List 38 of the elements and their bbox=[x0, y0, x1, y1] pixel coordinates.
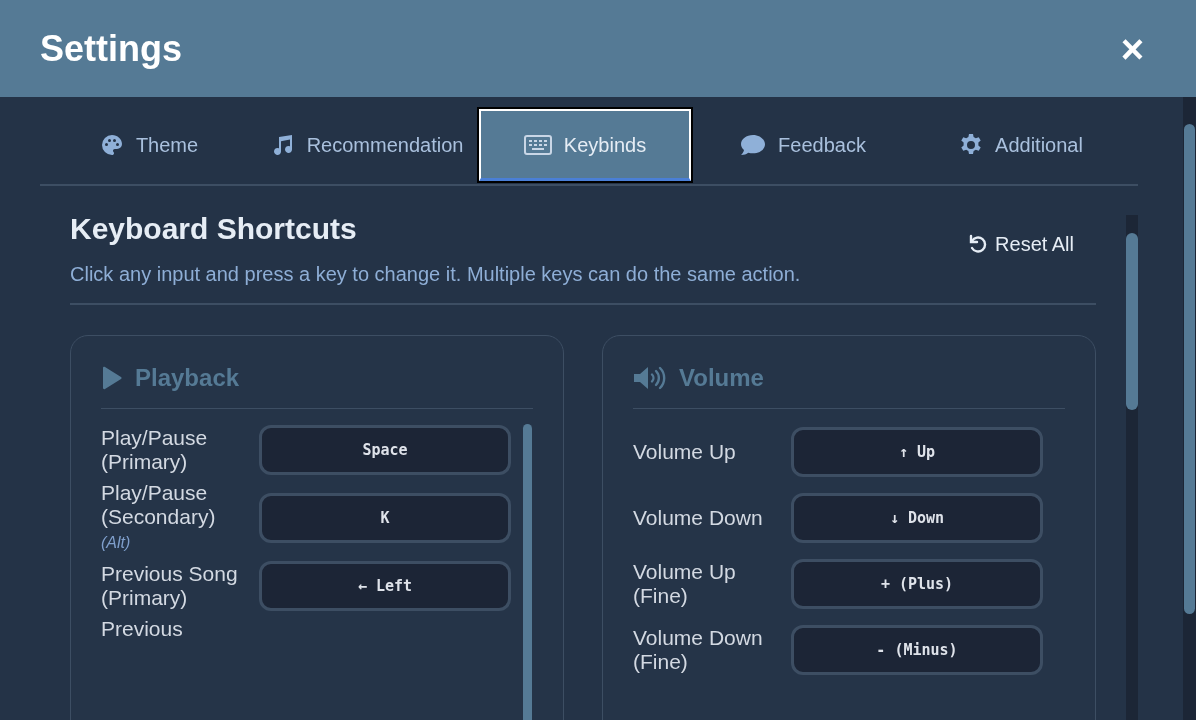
action-label: Previous bbox=[101, 617, 184, 641]
action-label: Play/Pause (Primary) bbox=[101, 426, 209, 474]
card-title: Volume bbox=[679, 363, 764, 393]
action-label: Volume Up bbox=[633, 440, 737, 464]
play-icon bbox=[101, 366, 123, 390]
key-input[interactable]: - (Minus) bbox=[791, 625, 1043, 675]
section-title: Keyboard Shortcuts bbox=[70, 211, 357, 247]
scrollbar-thumb[interactable] bbox=[523, 424, 532, 720]
palette-icon bbox=[99, 133, 124, 157]
close-button[interactable]: × bbox=[1120, 28, 1144, 69]
scrollbar[interactable] bbox=[1183, 97, 1196, 720]
action-label: Previous Song (Primary) bbox=[101, 562, 239, 610]
tab[interactable]: Feedback bbox=[697, 109, 909, 181]
settings-icon bbox=[959, 133, 984, 157]
tab[interactable]: Recommendation bbox=[261, 109, 473, 181]
key-input[interactable]: Space bbox=[259, 425, 511, 475]
reset-all-button[interactable]: Reset All bbox=[967, 229, 1074, 259]
key-input[interactable]: ← Left bbox=[259, 561, 511, 611]
action-note: (Alt) bbox=[101, 533, 132, 553]
speaker-icon bbox=[633, 366, 667, 390]
key-input[interactable]: ↑ Up bbox=[791, 427, 1043, 477]
key-input[interactable]: K bbox=[259, 493, 511, 543]
tab[interactable]: Keybinds bbox=[479, 109, 691, 181]
undo-icon bbox=[967, 234, 988, 254]
action-label: Volume Down bbox=[633, 506, 764, 530]
tab[interactable]: Additional bbox=[915, 109, 1127, 181]
tab[interactable]: Theme bbox=[43, 109, 255, 181]
action-label: Play/Pause (Secondary) bbox=[101, 481, 217, 529]
scrollbar-thumb[interactable] bbox=[1126, 233, 1138, 410]
key-input[interactable]: ↓ Down bbox=[791, 493, 1043, 543]
speech-bubble-icon bbox=[740, 134, 767, 156]
card-title: Playback bbox=[135, 363, 240, 393]
key-input[interactable]: + (Plus) bbox=[791, 559, 1043, 609]
action-label: Volume Down (Fine) bbox=[633, 626, 764, 674]
window-title: Settings bbox=[40, 26, 182, 71]
keyboard-icon bbox=[523, 134, 552, 155]
action-label: Volume Up (Fine) bbox=[633, 560, 737, 608]
section-description: Click any input and press a key to change it. Multiple keys can do the same action. bbox=[70, 259, 1096, 305]
